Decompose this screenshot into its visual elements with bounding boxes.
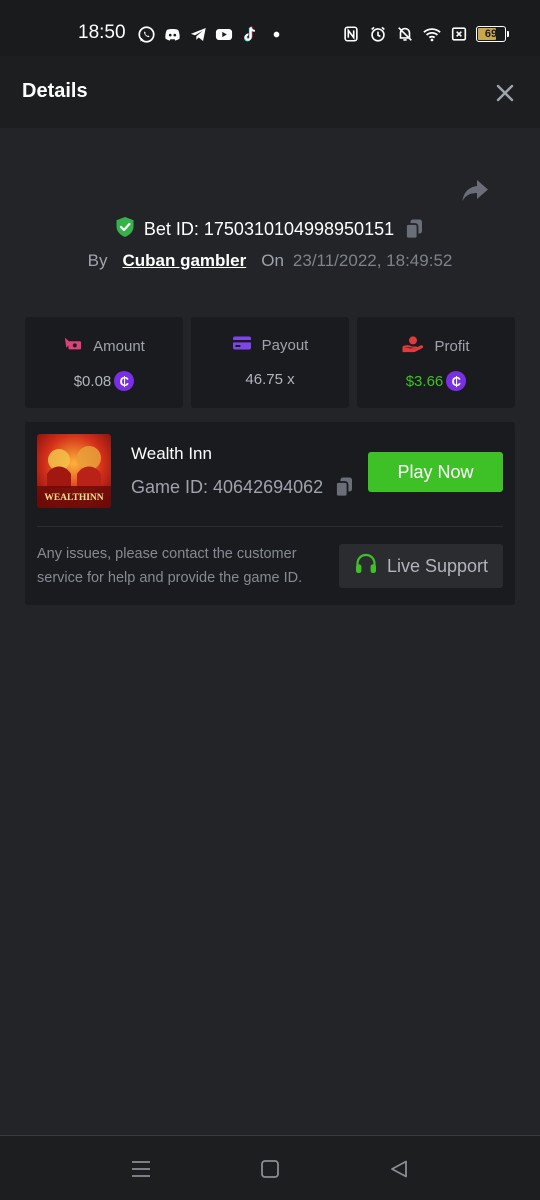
dot-icon xyxy=(266,24,286,44)
divider xyxy=(37,526,503,527)
bet-id-row: Bet ID: 1750310104998950151 xyxy=(0,214,540,244)
amount-icon xyxy=(63,335,83,357)
profit-icon xyxy=(402,335,424,357)
battery-icon: 69 xyxy=(476,26,509,42)
wealth-inn-logo: WEALTHINN xyxy=(37,434,111,508)
amount-label: Amount xyxy=(93,337,145,355)
copy-game-id-button[interactable] xyxy=(333,476,355,498)
sim-off-icon xyxy=(449,24,469,44)
payout-icon xyxy=(232,335,252,355)
payout-value: 46.75 x xyxy=(245,371,295,388)
close-icon xyxy=(496,84,514,102)
system-nav-bar xyxy=(0,1135,540,1200)
game-id-row: Game ID: 40642694062 xyxy=(131,476,355,498)
menu-icon xyxy=(132,1161,150,1177)
username-link[interactable]: Cuban gambler xyxy=(122,251,246,271)
payout-label: Payout xyxy=(261,336,309,354)
page-title: Details xyxy=(22,80,88,102)
close-button[interactable] xyxy=(492,80,518,106)
payout-card: Payout 46.75 x xyxy=(191,317,349,408)
headset-icon xyxy=(354,552,378,581)
notification-icons xyxy=(136,22,286,46)
bet-timestamp: 23/11/2022, 18:49:52 xyxy=(292,251,453,270)
share-icon xyxy=(462,180,488,201)
system-icons: 69 xyxy=(341,22,509,46)
battery-percent: 69 xyxy=(484,28,498,40)
on-label: On xyxy=(261,251,284,270)
telegram-icon xyxy=(188,24,208,44)
discord-icon xyxy=(162,24,182,44)
status-bar: 18:50 69 xyxy=(0,0,540,56)
live-support-label: Live Support xyxy=(386,555,489,576)
nfc-icon xyxy=(341,24,361,44)
copy-bet-id-button[interactable] xyxy=(403,218,425,240)
verified-shield-icon xyxy=(115,216,135,243)
home-button[interactable] xyxy=(257,1156,283,1182)
amount-value: $0.08 xyxy=(73,372,112,390)
wifi-icon xyxy=(422,24,442,44)
coin-icon: ₵ xyxy=(446,371,467,391)
bet-meta-row: By Cuban gambler On 23/11/2022, 18:49:52 xyxy=(0,248,540,274)
thumb-logo-text: WEALTHINN xyxy=(44,493,103,503)
details-header: Details xyxy=(0,56,540,128)
tiktok-icon xyxy=(240,24,260,44)
share-button[interactable] xyxy=(460,178,492,206)
play-now-button[interactable]: Play Now xyxy=(368,452,503,492)
game-name: Wealth Inn xyxy=(131,444,212,463)
by-label: By xyxy=(87,251,108,270)
live-support-button[interactable]: Live Support xyxy=(339,544,503,588)
coin-icon: ₵ xyxy=(114,371,135,391)
game-card: WEALTHINN Wealth Inn Game ID: 4064269406… xyxy=(25,422,515,605)
back-button[interactable] xyxy=(386,1156,412,1182)
bell-off-icon xyxy=(395,24,415,44)
youtube-icon xyxy=(214,24,234,44)
copy-icon xyxy=(405,219,423,240)
recent-apps-button[interactable] xyxy=(128,1156,154,1182)
home-square-icon xyxy=(261,1160,279,1178)
alarm-icon xyxy=(368,24,388,44)
bet-id: Bet ID: 1750310104998950151 xyxy=(143,218,395,239)
support-message: Any issues, please contact the customer … xyxy=(37,546,303,586)
whatsapp-icon xyxy=(136,24,156,44)
amount-card: Amount $0.08 ₵ xyxy=(25,317,183,408)
profit-value: $3.66 xyxy=(405,372,444,390)
copy-icon xyxy=(335,477,353,498)
profit-card: Profit $3.66 ₵ xyxy=(357,317,515,408)
profit-label: Profit xyxy=(434,337,470,355)
game-id: Game ID: 40642694062 xyxy=(131,476,324,497)
game-thumbnail[interactable]: WEALTHINN xyxy=(37,434,111,508)
back-triangle-icon xyxy=(391,1160,407,1178)
status-time: 18:50 xyxy=(78,22,126,43)
